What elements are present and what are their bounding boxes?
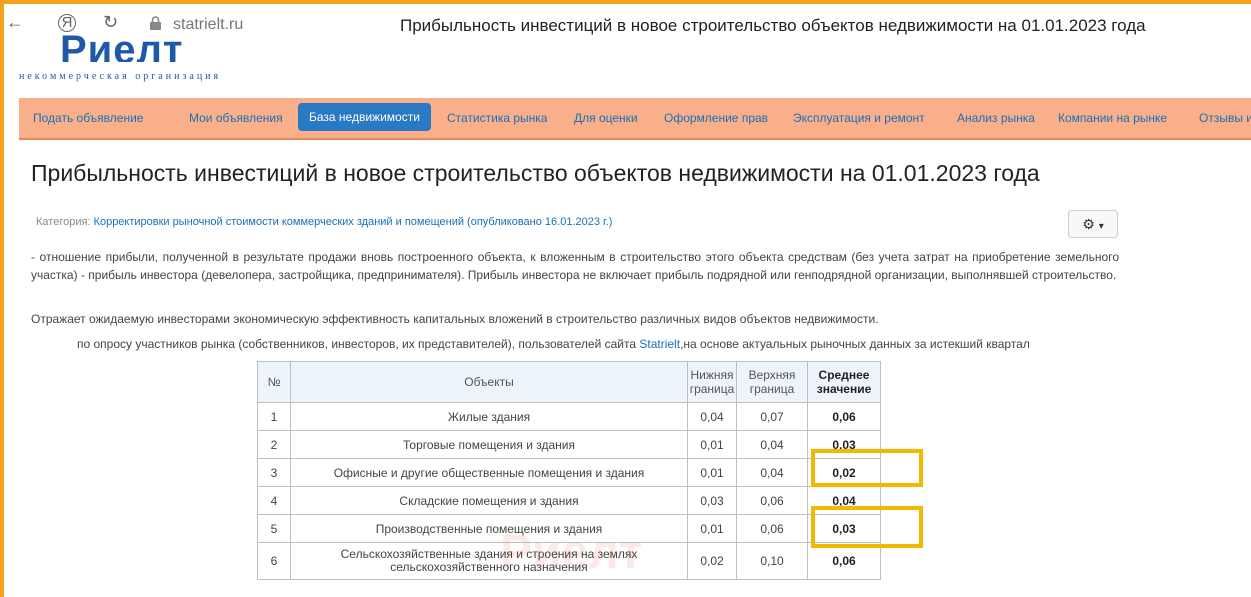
nav-item-companies[interactable]: Компании на рынке	[1058, 111, 1167, 125]
profitability-table: № Объекты Нижняя граница Верхняя граница…	[257, 361, 881, 580]
table-row: 5 Производственные помещения и здания 0,01…	[257, 514, 881, 543]
row-object: Жилые здания	[290, 402, 688, 431]
row-object: Офисные и другие общественные помещения …	[290, 458, 688, 487]
row-number: 1	[257, 402, 291, 431]
header-average: Среднее значение	[807, 361, 881, 403]
nav-item-registration[interactable]: Оформление прав	[664, 111, 768, 125]
row-lower: 0,03	[687, 486, 737, 515]
row-object: Складские помещения и здания	[290, 486, 688, 515]
row-number: 2	[257, 430, 291, 459]
header-number: №	[257, 361, 291, 403]
highlight-box-row-5	[811, 506, 923, 548]
row-upper: 0,04	[736, 458, 808, 487]
category-link[interactable]: Корректировки рыночной стоимости коммерч…	[94, 216, 613, 228]
description-paragraph: Отражает ожидаемую инвесторами экономиче…	[31, 312, 879, 326]
row-upper: 0,07	[736, 402, 808, 431]
site-logo-tagline: некоммерческая организация	[19, 71, 222, 82]
table-row: 6 Сельскохозяйственные здания и строения …	[257, 542, 881, 580]
page-title: Прибыльность инвестиций в новое строител…	[31, 160, 1040, 186]
row-upper: 0,10	[736, 542, 808, 580]
row-average: 0,06	[807, 402, 881, 431]
row-number: 4	[257, 486, 291, 515]
table-row: 1 Жилые здания 0,04 0,07 0,06	[257, 402, 881, 431]
address-bar-url[interactable]: statrielt.ru	[173, 16, 243, 34]
survey-text-before: по опросу участников рынка (собственнико…	[77, 337, 640, 351]
statrielt-link[interactable]: Statrielt	[639, 337, 680, 351]
row-upper: 0,06	[736, 486, 808, 515]
row-number: 3	[257, 458, 291, 487]
table-row: 2 Торговые помещения и здания 0,01 0,04 0,03	[257, 430, 881, 459]
survey-text-after: ,на основе актуальных рыночных данных за…	[680, 337, 1030, 351]
nav-item-market-analysis[interactable]: Анализ рынка	[957, 111, 1035, 125]
row-object: Производственные помещения и здания	[290, 514, 688, 543]
chevron-down-icon: ▾	[1098, 221, 1104, 232]
settings-dropdown-button[interactable]: ⚙ ▾	[1068, 210, 1118, 238]
row-object: Сельскохозяйственные здания и строения н…	[290, 542, 688, 580]
row-lower: 0,01	[687, 430, 737, 459]
row-upper: 0,06	[736, 514, 808, 543]
category-label: Категория:	[36, 216, 91, 228]
nav-item-property-base[interactable]: База недвижимости	[298, 103, 431, 131]
table-row: 3 Офисные и другие общественные помещения…	[257, 458, 881, 487]
gear-icon: ⚙	[1082, 216, 1095, 232]
row-lower: 0,02	[687, 542, 737, 580]
row-lower: 0,01	[687, 458, 737, 487]
nav-item-my-ads[interactable]: Мои объявления	[189, 111, 283, 125]
row-lower: 0,01	[687, 514, 737, 543]
row-average: 0,06	[807, 542, 881, 580]
browser-page-title: Прибыльность инвестиций в новое строител…	[400, 16, 1146, 35]
nav-item-valuation[interactable]: Для оценки	[574, 111, 638, 125]
header-upper-bound: Верхняя граница	[736, 361, 808, 403]
row-number: 6	[257, 542, 291, 580]
nav-item-submit-ad[interactable]: Подать объявление	[33, 111, 143, 125]
row-object: Торговые помещения и здания	[290, 430, 688, 459]
row-upper: 0,04	[736, 430, 808, 459]
highlight-box-row-3	[811, 449, 923, 487]
back-arrow-icon[interactable]: ←	[6, 12, 24, 33]
browser-toolbar: ← Я ↻ statrielt.ru Прибыльность инвестиц…	[0, 4, 1251, 44]
nav-item-market-stats[interactable]: Статистика рынка	[447, 111, 547, 125]
definition-paragraph: - отношение прибыли, полученной в резуль…	[31, 250, 1119, 282]
header-lower-bound: Нижняя граница	[687, 361, 737, 403]
category-line: Категория: Корректировки рыночной стоимо…	[36, 216, 612, 228]
site-logo[interactable]: Риелт	[60, 30, 184, 62]
table-header-row: № Объекты Нижняя граница Верхняя граница…	[257, 361, 881, 403]
lock-icon	[150, 16, 161, 30]
nav-item-maintenance[interactable]: Эксплуатация и ремонт	[793, 111, 925, 125]
row-number: 5	[257, 514, 291, 543]
table-row: 4 Складские помещения и здания 0,03 0,06 0,0…	[257, 486, 881, 515]
nav-item-reviews[interactable]: Отзывы и	[1199, 111, 1251, 125]
main-nav-menu: Подать объявление Мои объявления База не…	[19, 98, 1251, 140]
row-lower: 0,04	[687, 402, 737, 431]
header-objects: Объекты	[290, 361, 688, 403]
survey-note: по опросу участников рынка (собственнико…	[77, 337, 1030, 351]
